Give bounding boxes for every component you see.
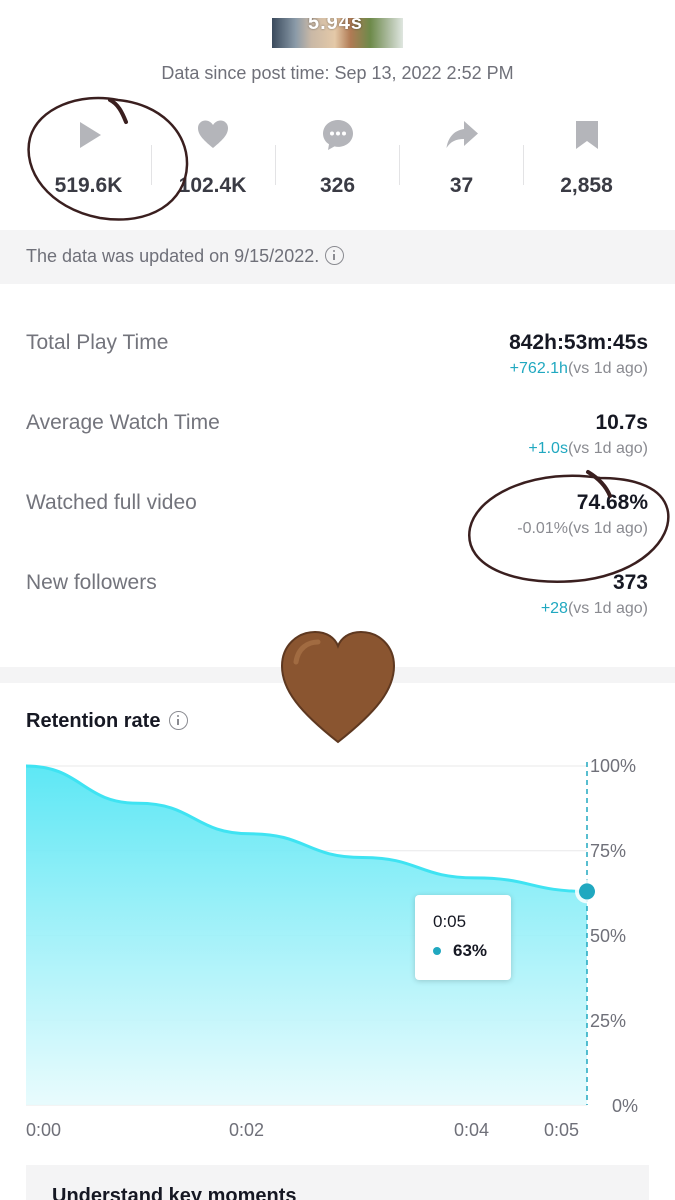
retention-title: Retention rate	[26, 710, 161, 732]
metric-change-watched-full-video: -0.01%(vs 1d ago)	[517, 520, 648, 538]
stat-value: 326	[319, 174, 356, 197]
stat-views: 519.6K	[26, 110, 151, 210]
y-tick-label: 75%	[590, 841, 627, 861]
tooltip-value: 63%	[453, 941, 488, 960]
highlight-point	[579, 883, 595, 900]
comment-icon	[322, 120, 353, 150]
post-time-text: Data since post time: Sep 13, 2022 2:52 …	[161, 63, 514, 83]
y-tick-label: 100%	[590, 756, 637, 776]
change-amount: +28	[540, 600, 568, 617]
tooltip-series-dot	[433, 947, 441, 955]
retention-chart[interactable]	[0, 750, 675, 1120]
engagement-stats: 519.6K 102.4K 326 37 2,858	[0, 110, 675, 210]
x-tick-label: 0:02	[229, 1120, 265, 1140]
bookmark-icon	[575, 121, 598, 149]
stat-value: 519.6K	[54, 174, 123, 197]
play-icon	[79, 122, 101, 148]
metric-label-new-followers: New followers	[26, 571, 157, 594]
key-moments-title: Understand key moments	[52, 1185, 297, 1200]
retention-title-row: Retention rate	[26, 710, 189, 733]
y-tick-label: 50%	[590, 926, 627, 946]
metric-label-average-watch-time: Average Watch Time	[26, 411, 220, 434]
change-amount: +762.1h	[509, 360, 568, 377]
metric-value-watched-full-video: 74.68%	[576, 491, 648, 514]
data-updated-bar: The data was updated on 9/15/2022.	[0, 230, 675, 284]
stat-likes: 102.4K	[150, 110, 275, 210]
metric-change-average-watch-time: +1.0s(vs 1d ago)	[528, 440, 648, 458]
metric-change-total-play-time: +762.1h(vs 1d ago)	[510, 360, 648, 378]
stat-value: 2,858	[560, 174, 613, 197]
metric-change-new-followers: +28(vs 1d ago)	[541, 600, 648, 618]
y-tick-label: 0%	[612, 1096, 639, 1116]
stat-value: 37	[449, 174, 474, 197]
metric-value-total-play-time: 842h:53m:45s	[509, 331, 648, 354]
y-tick-label: 25%	[590, 1011, 627, 1031]
data-updated-row: The data was updated on 9/15/2022.	[26, 246, 345, 267]
change-compare: (vs 1d ago)	[567, 600, 648, 617]
x-tick-label: 0:04	[454, 1120, 490, 1140]
x-tick-label: 0:00	[26, 1120, 62, 1140]
x-tick-label: 0:05	[544, 1120, 580, 1140]
stat-comments: 326	[275, 110, 400, 210]
stat-saves: 2,858	[524, 110, 649, 210]
metric-label-total-play-time: Total Play Time	[26, 331, 169, 354]
section-divider	[0, 667, 675, 683]
data-updated-text: The data was updated on 9/15/2022.	[26, 246, 320, 266]
metric-value-average-watch-time: 10.7s	[595, 411, 648, 434]
metric-value-new-followers: 373	[612, 571, 648, 594]
metric-label-watched-full-video: Watched full video	[26, 491, 197, 514]
change-compare: (vs 1d ago)	[567, 440, 648, 457]
change-amount: -0.01%	[517, 520, 568, 537]
stat-shares: 37	[399, 110, 524, 210]
brown-heart-emoji	[280, 630, 396, 744]
info-icon[interactable]	[169, 711, 189, 730]
info-icon[interactable]	[325, 246, 345, 265]
change-amount: +1.0s	[528, 440, 568, 457]
share-icon	[446, 121, 478, 148]
video-thumbnail[interactable]: 5.94s	[272, 18, 403, 48]
video-duration: 5.94s	[308, 18, 364, 34]
key-moments-card[interactable]: Understand key moments	[26, 1165, 649, 1200]
stat-value: 102.4K	[178, 174, 247, 197]
change-compare: (vs 1d ago)	[567, 520, 648, 537]
change-compare: (vs 1d ago)	[567, 360, 648, 377]
tooltip-time: 0:05	[433, 912, 467, 931]
heart-icon	[197, 120, 228, 148]
chart-tooltip: 0:05 63%	[415, 895, 511, 980]
